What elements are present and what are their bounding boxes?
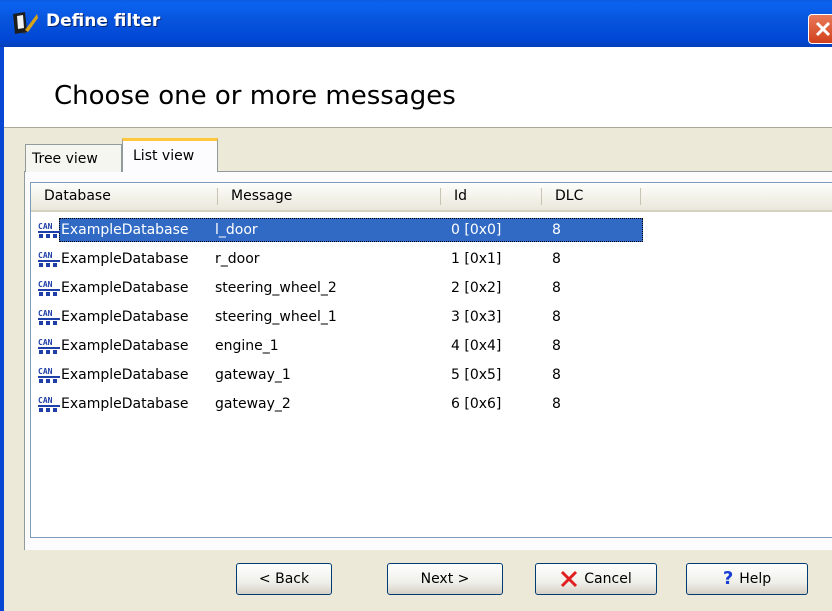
column-header-message[interactable]: Message bbox=[231, 183, 292, 210]
list-row[interactable]: CAN ExampleDatabase r_door 1 [0x1] 8 bbox=[32, 246, 832, 272]
title-bar: Define filter bbox=[0, 0, 832, 47]
cell-database: ExampleDatabase bbox=[61, 396, 189, 412]
cell-message: gateway_1 bbox=[215, 367, 291, 383]
page-title: Choose one or more messages bbox=[54, 81, 456, 111]
list-row[interactable]: CAN ExampleDatabase steering_wheel_2 2 [0x2… bbox=[32, 275, 832, 301]
cancel-x-icon bbox=[561, 570, 578, 588]
svg-text:CAN: CAN bbox=[38, 309, 53, 318]
help-button-label: Help bbox=[739, 571, 772, 587]
help-button[interactable]: ? Help bbox=[686, 563, 808, 595]
cell-id: 0 [0x0] bbox=[451, 222, 502, 238]
svg-text:CAN: CAN bbox=[38, 396, 53, 405]
cell-id: 1 [0x1] bbox=[451, 251, 502, 267]
cell-database: ExampleDatabase bbox=[61, 251, 189, 267]
cell-id: 2 [0x2] bbox=[451, 280, 502, 296]
back-button-label: < Back bbox=[258, 571, 310, 587]
can-database-icon: CAN bbox=[38, 251, 60, 267]
tab-list-view[interactable]: List view bbox=[122, 138, 218, 172]
can-database-icon: CAN bbox=[38, 309, 60, 325]
tab-tree-view[interactable]: Tree view bbox=[25, 144, 122, 172]
cell-dlc: 8 bbox=[552, 367, 561, 383]
back-button[interactable]: < Back bbox=[236, 563, 332, 595]
cell-dlc: 8 bbox=[552, 396, 561, 412]
help-question-icon: ? bbox=[722, 568, 734, 589]
close-button[interactable] bbox=[808, 14, 832, 44]
cell-database: ExampleDatabase bbox=[61, 338, 189, 354]
cell-message: steering_wheel_1 bbox=[215, 309, 337, 325]
column-divider[interactable] bbox=[217, 188, 218, 205]
cancel-button-label: Cancel bbox=[584, 571, 632, 587]
cell-database: ExampleDatabase bbox=[61, 222, 189, 238]
can-database-icon: CAN bbox=[38, 280, 60, 296]
cell-dlc: 8 bbox=[552, 309, 561, 325]
next-button[interactable]: Next > bbox=[387, 563, 503, 595]
can-database-icon: CAN bbox=[38, 396, 60, 412]
cell-id: 6 [0x6] bbox=[451, 396, 502, 412]
svg-text:CAN: CAN bbox=[38, 222, 53, 231]
list-row[interactable]: CAN ExampleDatabase l_door 0 [0x0] 8 bbox=[32, 217, 832, 243]
can-database-icon: CAN bbox=[38, 222, 60, 238]
svg-text:CAN: CAN bbox=[38, 251, 53, 260]
can-database-icon: CAN bbox=[38, 367, 60, 383]
cell-database: ExampleDatabase bbox=[61, 367, 189, 383]
column-divider[interactable] bbox=[640, 188, 641, 205]
column-divider[interactable] bbox=[541, 188, 542, 205]
app-icon bbox=[13, 12, 38, 34]
cell-message: l_door bbox=[215, 222, 258, 238]
cell-id: 3 [0x3] bbox=[451, 309, 502, 325]
svg-text:CAN: CAN bbox=[38, 367, 53, 376]
cell-dlc: 8 bbox=[552, 222, 561, 238]
cancel-button[interactable]: Cancel bbox=[535, 563, 657, 595]
list-header: Database Message Id DLC bbox=[31, 183, 832, 212]
close-icon bbox=[815, 21, 831, 37]
list-row[interactable]: CAN ExampleDatabase steering_wheel_1 3 [0x3… bbox=[32, 304, 832, 330]
cell-message: r_door bbox=[215, 251, 260, 267]
svg-text:CAN: CAN bbox=[38, 280, 53, 289]
cell-id: 5 [0x5] bbox=[451, 367, 502, 383]
message-list[interactable]: Database Message Id DLC CAN ExampleDataba… bbox=[30, 182, 832, 538]
cell-dlc: 8 bbox=[552, 251, 561, 267]
cell-message: engine_1 bbox=[215, 338, 279, 354]
window-title: Define filter bbox=[46, 11, 161, 31]
next-button-label: Next > bbox=[420, 571, 470, 587]
column-header-dlc[interactable]: DLC bbox=[555, 183, 583, 210]
column-header-database[interactable]: Database bbox=[44, 183, 111, 210]
column-header-id[interactable]: Id bbox=[454, 183, 467, 210]
window-frame bbox=[0, 47, 4, 611]
cell-message: steering_wheel_2 bbox=[215, 280, 337, 296]
list-row[interactable]: CAN ExampleDatabase gateway_2 6 [0x6] 8 bbox=[32, 391, 832, 417]
svg-text:CAN: CAN bbox=[38, 338, 53, 347]
cell-id: 4 [0x4] bbox=[451, 338, 502, 354]
list-row[interactable]: CAN ExampleDatabase gateway_1 5 [0x5] 8 bbox=[32, 362, 832, 388]
cell-database: ExampleDatabase bbox=[61, 309, 189, 325]
cell-database: ExampleDatabase bbox=[61, 280, 189, 296]
cell-dlc: 8 bbox=[552, 280, 561, 296]
cell-message: gateway_2 bbox=[215, 396, 291, 412]
cell-dlc: 8 bbox=[552, 338, 561, 354]
wizard-header: Choose one or more messages bbox=[4, 47, 832, 128]
list-row[interactable]: CAN ExampleDatabase engine_1 4 [0x4] 8 bbox=[32, 333, 832, 359]
column-divider[interactable] bbox=[440, 188, 441, 205]
can-database-icon: CAN bbox=[38, 338, 60, 354]
